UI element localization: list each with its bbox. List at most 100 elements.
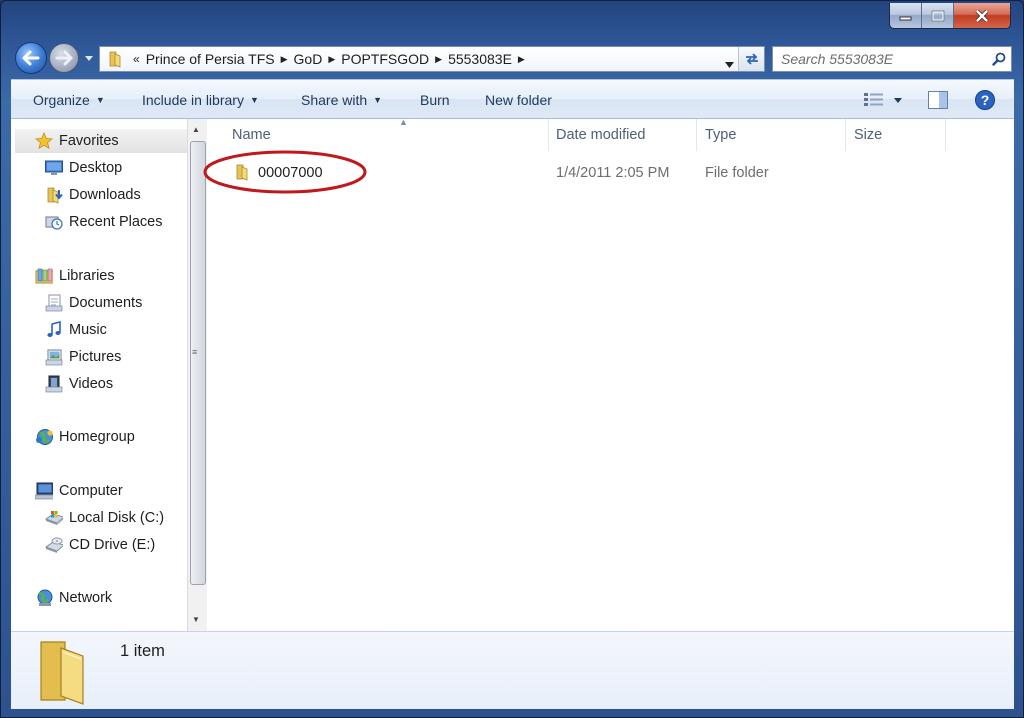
scroll-up-icon[interactable]: ▲ — [192, 125, 200, 134]
breadcrumb-arrow-icon[interactable]: ▶ — [518, 54, 525, 65]
close-icon — [975, 9, 989, 22]
scroll-grip-icon: ≡ — [192, 347, 198, 357]
homegroup-icon — [35, 428, 53, 446]
scrollbar-thumb[interactable] — [190, 141, 206, 585]
include-in-library-menu[interactable]: Include in library ▼ — [142, 92, 259, 108]
sidebar-item-desktop[interactable]: Desktop — [45, 156, 122, 180]
sidebar-item-label: Videos — [69, 376, 114, 392]
breadcrumb-arrow-icon[interactable]: ▶ — [328, 54, 335, 65]
libraries-icon — [35, 267, 53, 285]
preview-pane-button[interactable] — [925, 89, 951, 111]
share-with-label: Share with — [301, 92, 368, 108]
desktop-icon — [45, 159, 63, 177]
sidebar-item-label: Libraries — [59, 268, 115, 284]
table-row[interactable]: 00007000 1/4/2011 2:05 PM File folder — [203, 150, 1014, 194]
column-header-size[interactable]: Size — [846, 119, 946, 151]
help-icon: ? — [975, 90, 995, 110]
column-header-type[interactable]: Type — [697, 119, 846, 151]
help-button[interactable]: ? — [973, 89, 997, 111]
sidebar-item-label: Music — [69, 322, 107, 338]
computer-icon — [35, 482, 53, 500]
change-view-button[interactable] — [859, 89, 907, 111]
breadcrumb-poptfsgod[interactable]: POPTFSGOD — [341, 51, 429, 67]
breadcrumb-overflow[interactable]: « — [133, 52, 140, 66]
minimize-button[interactable] — [890, 3, 922, 28]
sidebar-item-label: Network — [59, 590, 113, 606]
sidebar-item-network[interactable]: Network — [35, 586, 112, 610]
navigation-pane: Favorites Desktop Downloads Recent Place… — [11, 119, 187, 631]
chevron-down-icon — [725, 62, 734, 68]
sidebar-item-label: Homegroup — [59, 429, 135, 445]
sidebar-item-libraries[interactable]: Libraries — [35, 264, 115, 288]
sidebar-item-favorites[interactable]: Favorites — [15, 129, 187, 153]
sidebar-item-label: Downloads — [69, 187, 141, 203]
close-button[interactable] — [954, 3, 1010, 28]
downloads-icon — [45, 186, 63, 204]
sidebar-item-computer[interactable]: Computer — [35, 479, 123, 503]
sidebar-item-label: CD Drive (E:) — [69, 537, 156, 553]
forward-button[interactable] — [49, 43, 79, 73]
sidebar-item-homegroup[interactable]: Homegroup — [35, 425, 135, 449]
breadcrumb-arrow-icon[interactable]: ▶ — [281, 54, 288, 65]
file-list: Name ▲ Date modified Type Size 00007000 … — [203, 117, 1014, 631]
refresh-button[interactable] — [738, 47, 764, 71]
sidebar-item-cd-drive[interactable]: CD Drive (E:) — [45, 533, 155, 557]
sidebar-item-recent-places[interactable]: Recent Places — [45, 210, 163, 234]
maximize-button[interactable] — [922, 3, 954, 28]
preview-pane-icon — [928, 91, 948, 109]
address-history-dropdown[interactable] — [725, 55, 734, 71]
sidebar-item-videos[interactable]: Videos — [45, 372, 113, 396]
explorer-window: « Prince of Persia TFS ▶ GoD ▶ POPTFSGOD… — [0, 0, 1024, 718]
scroll-down-icon[interactable]: ▼ — [192, 615, 200, 624]
sidebar-item-documents[interactable]: Documents — [45, 291, 142, 315]
address-bar[interactable]: « Prince of Persia TFS ▶ GoD ▶ POPTFSGOD… — [99, 46, 765, 72]
share-with-menu[interactable]: Share with ▼ — [301, 92, 382, 108]
organize-label: Organize — [33, 92, 90, 108]
new-folder-button[interactable]: New folder — [485, 92, 552, 108]
column-header-date-modified[interactable]: Date modified — [548, 119, 697, 151]
search-input[interactable] — [781, 51, 987, 67]
breadcrumb-prince-of-persia-tfs[interactable]: Prince of Persia TFS — [146, 51, 275, 67]
breadcrumb-god[interactable]: GoD — [294, 51, 323, 67]
minimize-icon — [899, 16, 911, 20]
organize-menu[interactable]: Organize ▼ — [33, 92, 105, 108]
recent-pages-dropdown[interactable] — [84, 53, 94, 63]
column-label: Name — [232, 127, 271, 143]
breadcrumb-arrow-icon[interactable]: ▶ — [435, 54, 442, 65]
star-icon — [35, 132, 53, 150]
breadcrumb-5553083e[interactable]: 5553083E — [448, 51, 512, 67]
chevron-down-icon — [894, 97, 902, 103]
sidebar-item-downloads[interactable]: Downloads — [45, 183, 141, 207]
burn-label: Burn — [420, 92, 450, 108]
navigation-pane-scrollbar[interactable]: ▲ ≡ ▼ — [187, 119, 207, 631]
search-icon[interactable] — [987, 52, 1011, 66]
cd-drive-icon — [45, 536, 63, 554]
column-header-name[interactable]: Name ▲ — [224, 117, 549, 151]
sidebar-item-label: Pictures — [69, 349, 122, 365]
file-date-modified: 1/4/2011 2:05 PM — [556, 165, 670, 181]
sidebar-item-music[interactable]: Music — [45, 318, 107, 342]
sidebar-item-label: Favorites — [59, 133, 119, 149]
burn-button[interactable]: Burn — [420, 92, 450, 108]
details-view-icon — [864, 93, 883, 106]
recent-places-icon — [45, 213, 63, 231]
folder-icon — [234, 163, 250, 185]
back-arrow-icon — [22, 50, 40, 66]
column-label: Type — [705, 127, 737, 143]
caption-buttons — [889, 3, 1011, 29]
chevron-down-icon: ▼ — [373, 95, 383, 105]
sidebar-item-label: Desktop — [69, 160, 123, 176]
sidebar-item-pictures[interactable]: Pictures — [45, 345, 121, 369]
details-pane: 1 item — [11, 631, 1014, 709]
column-label: Date modified — [556, 127, 646, 143]
back-button[interactable] — [15, 42, 47, 74]
sidebar-item-label: Documents — [69, 295, 143, 311]
network-icon — [35, 589, 53, 607]
command-bar: Organize ▼ Include in library ▼ Share wi… — [11, 79, 1014, 119]
sidebar-item-local-disk[interactable]: Local Disk (C:) — [45, 506, 164, 530]
chevron-down-icon: ▼ — [95, 95, 105, 105]
new-folder-label: New folder — [485, 92, 552, 108]
videos-icon — [45, 375, 63, 393]
pictures-icon — [45, 348, 63, 366]
svg-text:?: ? — [981, 92, 990, 108]
